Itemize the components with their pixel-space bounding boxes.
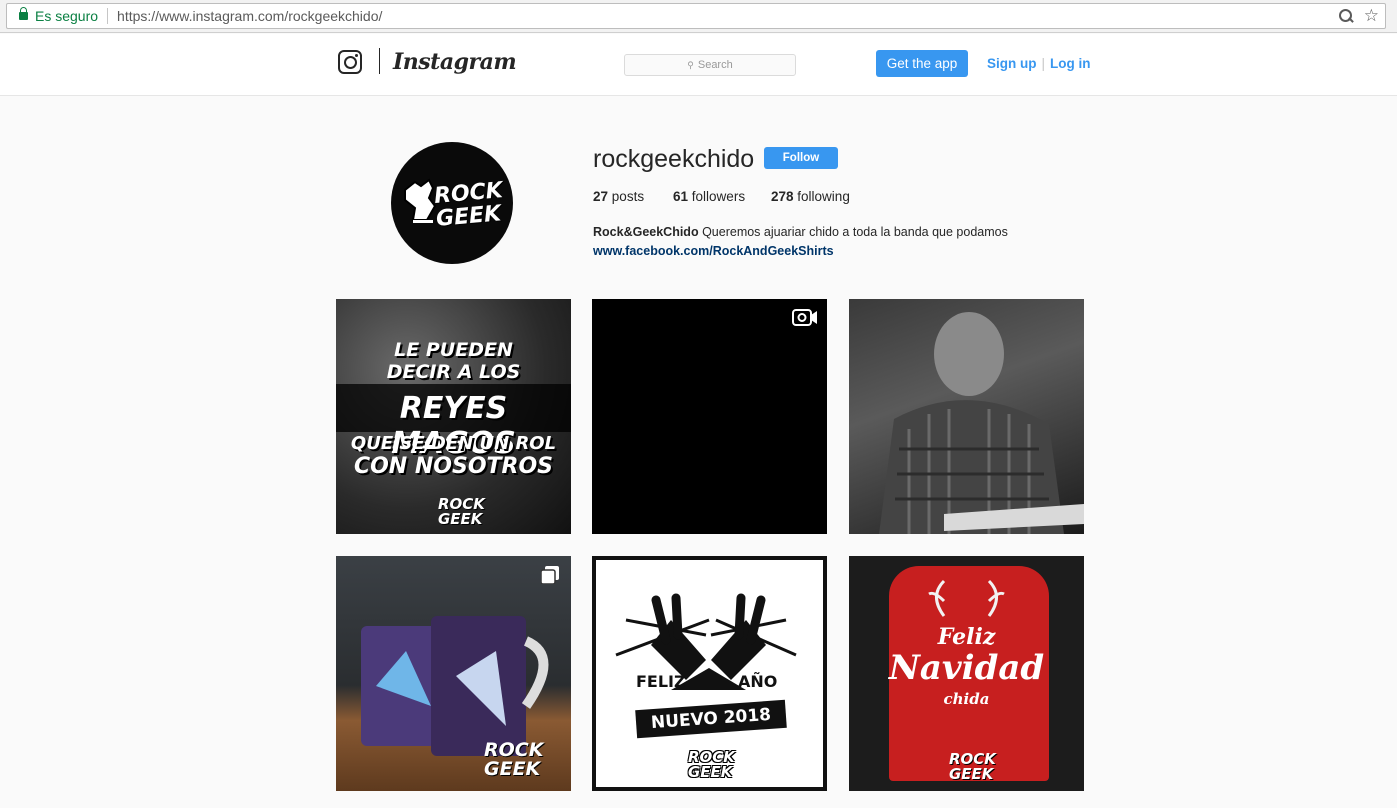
signup-link[interactable]: Sign up — [987, 56, 1037, 71]
url-host: https://www.instagram.com — [117, 8, 285, 24]
post-brand-logo: ROCK GEEK — [484, 741, 543, 779]
post-brand-line-2: GEEK — [688, 763, 733, 781]
search-placeholder: Search — [697, 59, 733, 71]
profile-full-name: Rock&GeekChido — [593, 225, 699, 239]
post-brand-line-2: GEEK — [949, 765, 994, 783]
url-text[interactable]: https://www.instagram.com/rockgeekchido/ — [117, 8, 382, 24]
shirt-text-navidad: Navidad — [888, 648, 1045, 688]
post-thumbnail[interactable] — [592, 299, 827, 534]
post-brand-logo: ROCK GEEK — [438, 497, 485, 527]
following-count[interactable]: 278 following — [771, 189, 850, 204]
poster-word-ano: AÑO — [738, 672, 778, 691]
auth-separator: | — [1041, 56, 1046, 71]
bio-text: Queremos ajuariar chido a toda la banda … — [702, 225, 1008, 239]
posts-number: 27 — [593, 189, 609, 204]
login-link[interactable]: Log in — [1050, 56, 1091, 71]
poster-line-4: QUE SE DEN UN ROL — [350, 433, 557, 454]
posts-count: 27 posts — [593, 189, 673, 204]
profile-website-link[interactable]: www.facebook.com/RockAndGeekShirts — [593, 244, 834, 258]
search-icon: ⚲ — [687, 60, 694, 70]
address-bar[interactable]: Es seguro https://www.instagram.com/rock… — [6, 3, 1386, 29]
posts-label: posts — [611, 189, 645, 204]
browser-toolbar: Es seguro https://www.instagram.com/rock… — [0, 0, 1397, 33]
followers-label: followers — [691, 189, 746, 204]
post-thumbnail[interactable]: ROCK GEEK — [336, 556, 571, 791]
shirt-text-chida: chida — [943, 690, 990, 708]
followers-count[interactable]: 61 followers — [673, 189, 771, 204]
multiple-images-icon — [541, 566, 559, 584]
poster-line-2: DECIR A LOS — [386, 361, 521, 383]
post-thumbnail[interactable] — [849, 299, 1084, 534]
instagram-camera-icon[interactable] — [338, 50, 362, 74]
poster-word-feliz: FELIZ — [636, 672, 686, 691]
shirt-text-feliz: Feliz — [937, 624, 996, 650]
get-the-app-button[interactable]: Get the app — [876, 50, 968, 77]
profile-username: rockgeekchido — [593, 145, 755, 173]
poster-line-5: CON NOSOTROS — [353, 454, 554, 479]
followers-number: 61 — [673, 189, 689, 204]
post-thumbnail[interactable]: LE PUEDEN DECIR A LOS REYES MAGOS QUE SE… — [336, 299, 571, 534]
following-label: following — [797, 189, 850, 204]
post-brand-logo: ROCK GEEK — [949, 752, 996, 782]
avatar-brand-text: ROCK GEEK — [433, 178, 506, 232]
instagram-wordmark[interactable]: Instagram — [393, 49, 517, 75]
following-number: 278 — [771, 189, 794, 204]
post-brand-line-2: GEEK — [484, 758, 541, 780]
post-thumbnail[interactable]: Feliz Navidad chida ROCK GEEK — [849, 556, 1084, 791]
url-path: /rockgeekchido/ — [284, 8, 383, 24]
profile-avatar[interactable]: ROCK GEEK — [391, 142, 513, 264]
security-label: Es seguro — [35, 8, 99, 24]
guitarist-photo — [879, 312, 1084, 534]
video-icon — [792, 309, 817, 326]
bookmark-star-icon[interactable]: ☆ — [1364, 6, 1379, 26]
post-brand-line-2: GEEK — [438, 510, 483, 528]
auth-links: Sign up | Log in — [987, 56, 1091, 71]
post-thumbnail[interactable]: FELIZ AÑO NUEVO 2018 ROCK GEEK — [592, 556, 827, 791]
lock-icon — [19, 7, 28, 21]
zoom-icon[interactable] — [1338, 8, 1354, 24]
profile-bio: Rock&GeekChido Queremos ajuariar chido a… — [593, 223, 1008, 261]
address-divider — [107, 8, 109, 24]
logo-divider — [379, 48, 380, 74]
follow-button[interactable]: Follow — [764, 147, 838, 169]
search-input[interactable]: ⚲ Search — [624, 54, 796, 76]
post-brand-logo: ROCK GEEK — [688, 750, 735, 780]
profile-stats: 27 posts 61 followers 278 following — [593, 189, 850, 204]
poster-line-1: LE PUEDEN — [394, 339, 513, 361]
